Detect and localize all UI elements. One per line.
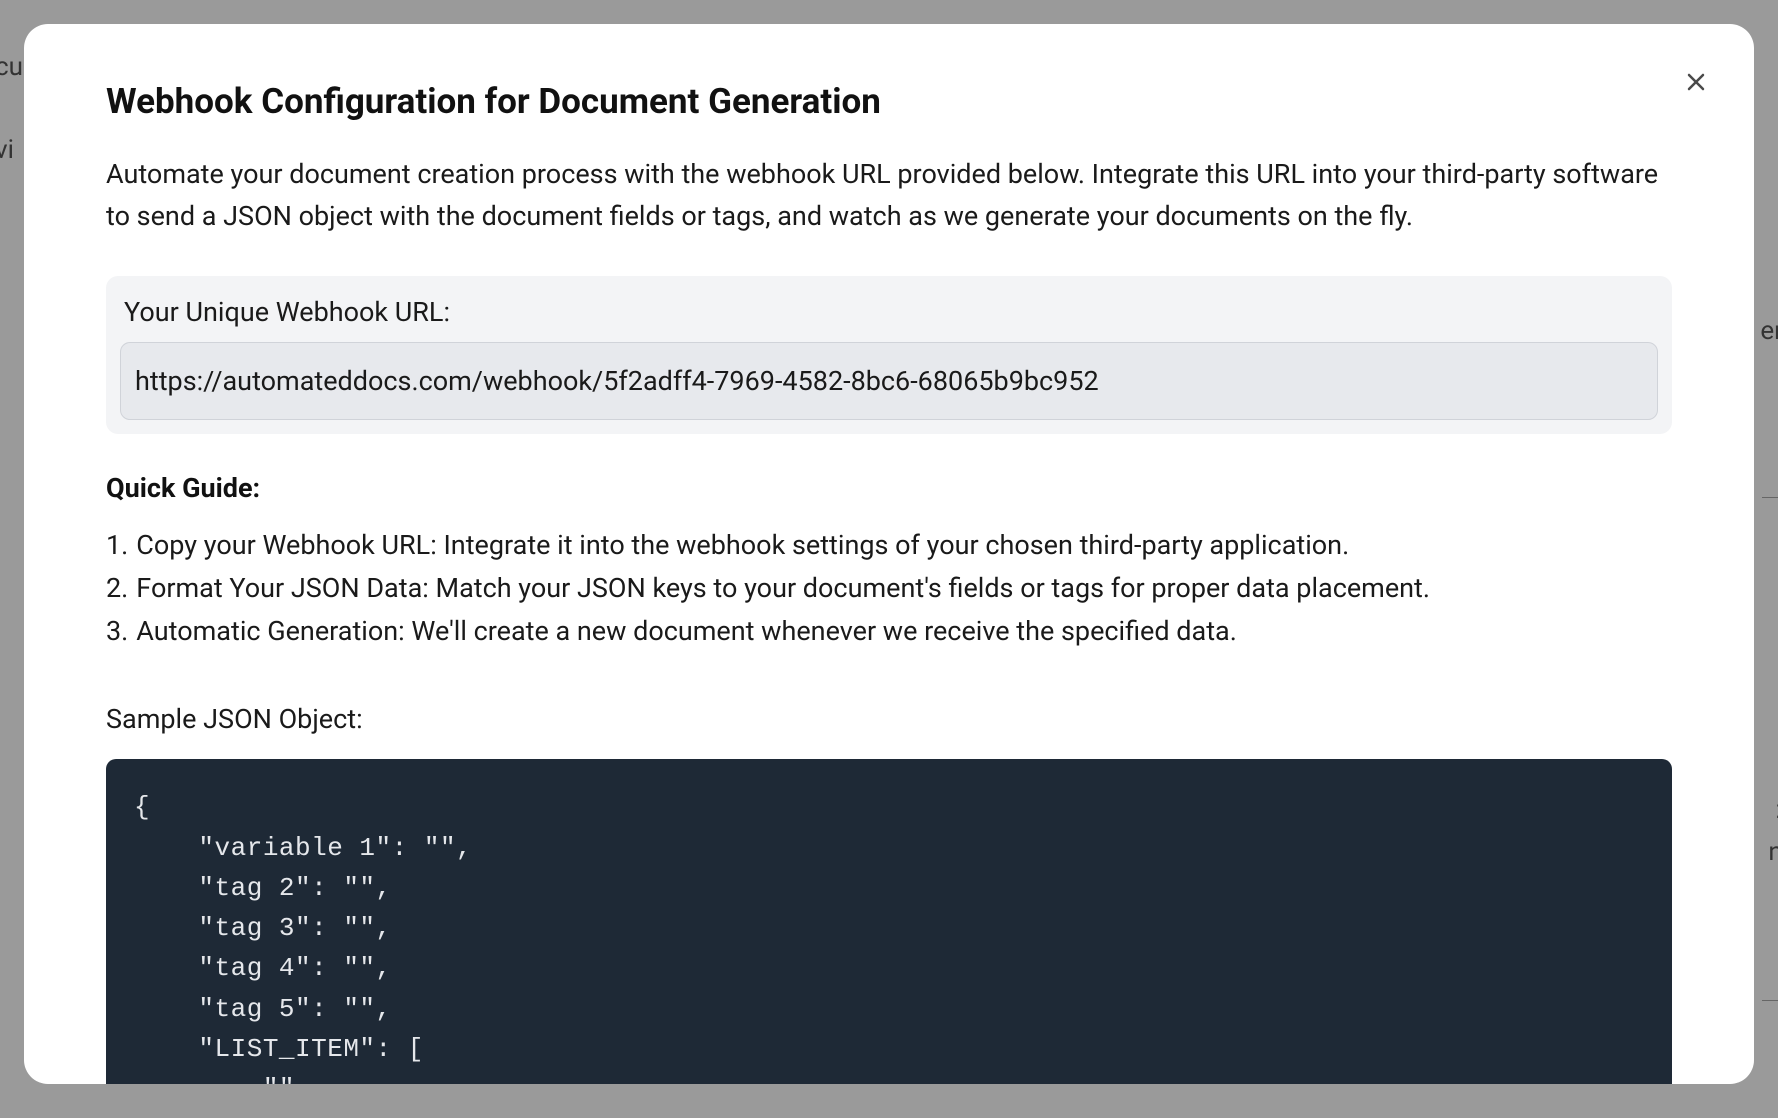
- guide-item: 1. Copy your Webhook URL: Integrate it i…: [106, 524, 1672, 567]
- guide-text: Copy your Webhook URL: Integrate it into…: [136, 524, 1349, 567]
- webhook-url-label: Your Unique Webhook URL:: [124, 296, 1658, 328]
- quick-guide-title: Quick Guide:: [106, 472, 1672, 504]
- guide-item: 3. Automatic Generation: We'll create a …: [106, 610, 1672, 653]
- guide-number: 3.: [106, 610, 128, 653]
- modal-description: Automate your document creation process …: [106, 154, 1672, 238]
- webhook-url-section: Your Unique Webhook URL:: [106, 276, 1672, 434]
- guide-number: 1.: [106, 524, 128, 567]
- sample-json-code[interactable]: { "variable 1": "", "tag 2": "", "tag 3"…: [106, 759, 1672, 1084]
- guide-number: 2.: [106, 567, 128, 610]
- guide-text: Automatic Generation: We'll create a new…: [136, 610, 1237, 653]
- modal-overlay: Webhook Configuration for Document Gener…: [0, 0, 1778, 1118]
- close-icon: [1684, 70, 1708, 94]
- webhook-config-modal: Webhook Configuration for Document Gener…: [24, 24, 1754, 1084]
- sample-json-title: Sample JSON Object:: [106, 703, 1672, 735]
- modal-title: Webhook Configuration for Document Gener…: [106, 81, 1672, 122]
- guide-list: 1. Copy your Webhook URL: Integrate it i…: [106, 524, 1672, 654]
- guide-text: Format Your JSON Data: Match your JSON k…: [136, 567, 1430, 610]
- guide-item: 2. Format Your JSON Data: Match your JSO…: [106, 567, 1672, 610]
- webhook-url-input[interactable]: [120, 342, 1658, 420]
- close-button[interactable]: [1676, 62, 1716, 102]
